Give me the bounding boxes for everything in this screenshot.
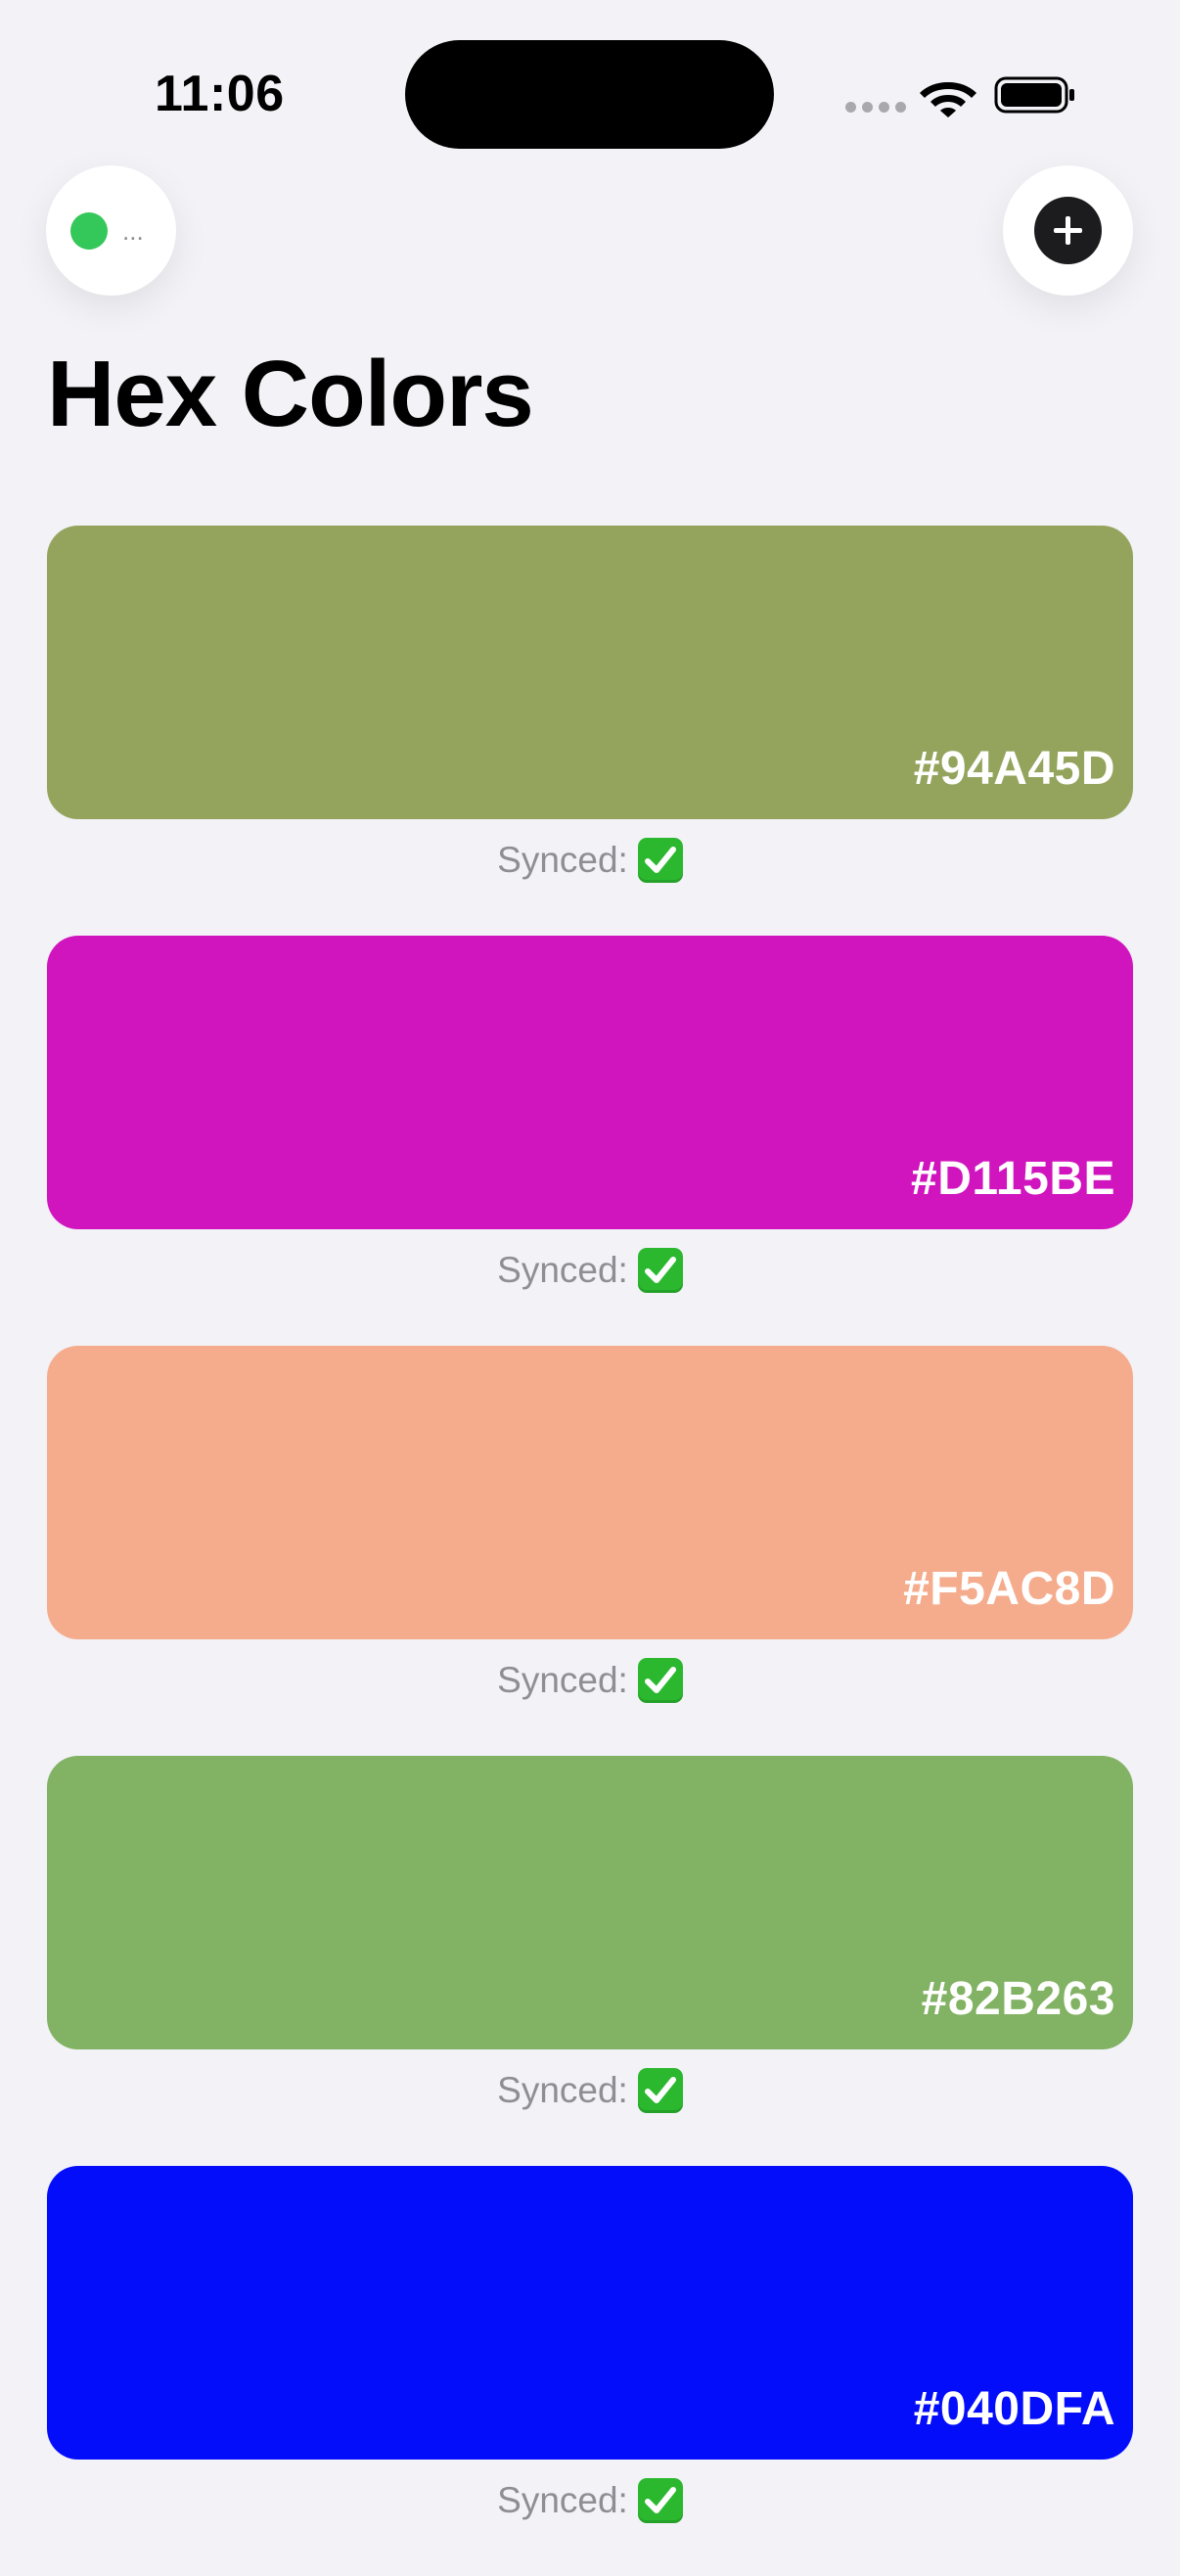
check-mark-button-icon	[637, 838, 683, 883]
sync-label: Synced:	[497, 2480, 628, 2520]
sync-status: Synced:	[47, 836, 1133, 885]
sync-status: Synced:	[47, 1656, 1133, 1705]
hex-label: #94A45D	[913, 743, 1115, 795]
color-swatch[interactable]: #040DFA	[47, 2166, 1133, 2460]
page-title: Hex Colors	[47, 342, 534, 446]
green-dot-icon	[70, 212, 108, 250]
hex-label: #82B263	[921, 1973, 1115, 2025]
sync-label: Synced:	[497, 1660, 628, 1700]
hex-label: #040DFA	[913, 2383, 1115, 2435]
sync-status-button[interactable]: ...	[46, 165, 176, 296]
color-swatch[interactable]: #F5AC8D	[47, 1346, 1133, 1639]
battery-icon	[994, 76, 1074, 114]
color-list: #94A45D Synced: #D115BE Synced: #F5AC8D …	[47, 526, 1133, 2576]
dynamic-island	[405, 40, 774, 149]
color-item: #82B263 Synced:	[47, 1756, 1133, 2166]
status-ellipsis: ...	[122, 216, 144, 246]
status-time: 11:06	[155, 66, 285, 122]
color-item: #040DFA Synced:	[47, 2166, 1133, 2576]
sync-label: Synced:	[497, 1250, 628, 1290]
color-item: #F5AC8D Synced:	[47, 1346, 1133, 1756]
color-item: #94A45D Synced:	[47, 526, 1133, 936]
sync-status: Synced:	[47, 2066, 1133, 2115]
sync-label: Synced:	[497, 840, 628, 880]
sync-status: Synced:	[47, 2476, 1133, 2525]
check-mark-button-icon	[637, 1658, 683, 1703]
sync-status: Synced:	[47, 1246, 1133, 1295]
sync-label: Synced:	[497, 2070, 628, 2110]
check-mark-button-icon	[637, 1248, 683, 1293]
status-bar: 11:06	[0, 0, 1180, 157]
hex-label: #F5AC8D	[903, 1563, 1115, 1615]
hex-label: #D115BE	[911, 1153, 1115, 1205]
wifi-icon	[920, 82, 976, 117]
check-mark-button-icon	[637, 2068, 683, 2113]
color-item: #D115BE Synced:	[47, 936, 1133, 1346]
color-swatch[interactable]: #82B263	[47, 1756, 1133, 2049]
color-swatch[interactable]: #94A45D	[47, 526, 1133, 819]
color-swatch[interactable]: #D115BE	[47, 936, 1133, 1229]
cellular-signal-icon	[845, 102, 906, 113]
plus-circle-icon	[1034, 197, 1102, 264]
add-color-button[interactable]	[1003, 165, 1133, 296]
check-mark-button-icon	[637, 2478, 683, 2523]
